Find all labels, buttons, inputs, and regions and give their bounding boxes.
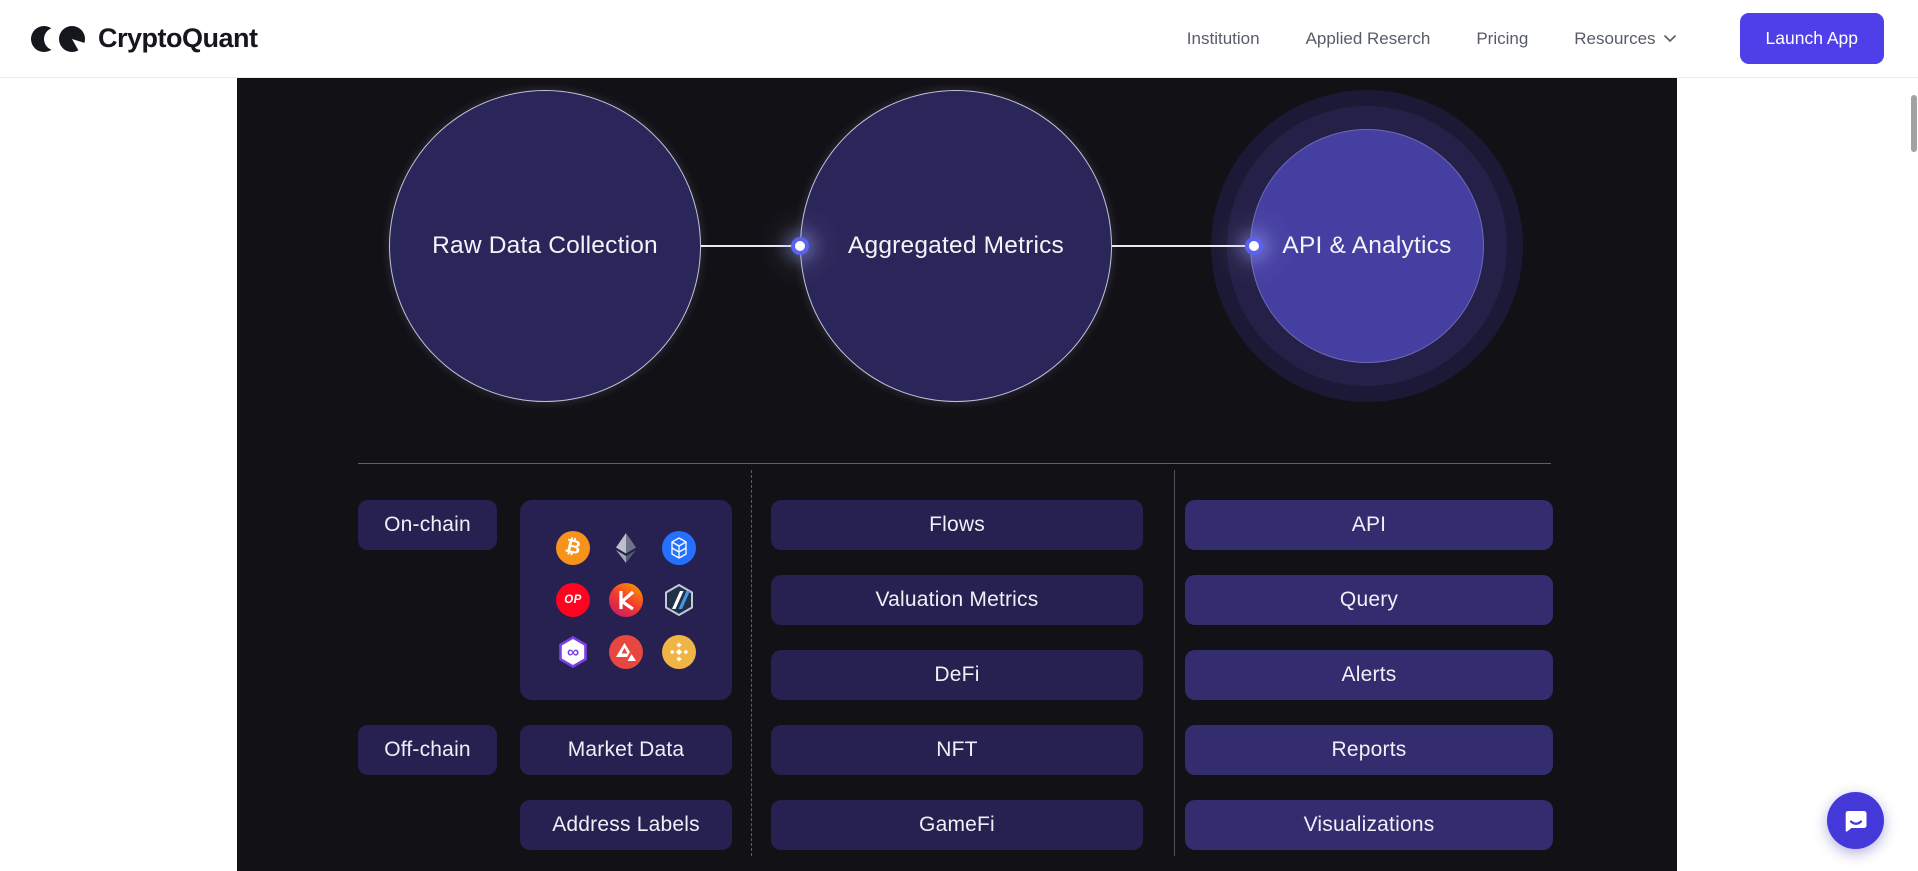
dashed-column-divider [751, 470, 752, 856]
chip-query: Query [1185, 575, 1553, 625]
chip-visualizations: Visualizations [1185, 800, 1553, 850]
supported-chains-panel: ₿ OP ∞ [520, 500, 732, 700]
chain-icon-grid: ₿ OP ∞ [556, 531, 696, 669]
optimism-symbol: OP [564, 594, 582, 606]
chip-alerts: Alerts [1185, 650, 1553, 700]
connector-dot [791, 237, 809, 255]
stage-aggregated-metrics: Aggregated Metrics [800, 90, 1112, 402]
data-pipeline-section: Raw Data Collection Aggregated Metrics A… [237, 78, 1677, 871]
nav-resources-label: Resources [1574, 28, 1656, 48]
nav-links: Institution Applied Reserch Pricing Reso… [1187, 13, 1884, 64]
chat-launcher-button[interactable] [1827, 792, 1884, 849]
chip-valuation-metrics: Valuation Metrics [771, 575, 1143, 625]
fantom-icon [662, 531, 696, 565]
chip-nft: NFT [771, 725, 1143, 775]
stage-raw-data-collection: Raw Data Collection [389, 90, 701, 402]
cryptoquant-logo[interactable]: CryptoQuant [31, 23, 258, 55]
horizontal-divider [358, 463, 1551, 464]
connector-line [1112, 245, 1252, 247]
chip-on-chain: On-chain [358, 500, 497, 550]
chip-gamefi: GameFi [771, 800, 1143, 850]
scrollbar-thumb[interactable] [1911, 95, 1917, 152]
launch-app-button[interactable]: Launch App [1739, 13, 1884, 64]
bitcoin-icon: ₿ [556, 531, 590, 565]
scrollbar-track[interactable] [1910, 0, 1918, 871]
klaytn-icon [609, 583, 643, 617]
connector-dot [1245, 237, 1263, 255]
stage-label: API & Analytics [1282, 232, 1452, 259]
stage-ring: API & Analytics [1227, 106, 1507, 386]
chip-defi: DeFi [771, 650, 1143, 700]
stage-label: Aggregated Metrics [847, 232, 1065, 259]
optimism-icon: OP [556, 583, 590, 617]
chip-off-chain: Off-chain [358, 725, 497, 775]
connector-line [701, 245, 800, 247]
chip-flows: Flows [771, 500, 1143, 550]
chip-market-data: Market Data [520, 725, 732, 775]
polygon-icon: ∞ [556, 635, 590, 669]
nav-institution[interactable]: Institution [1187, 29, 1260, 49]
svg-text:∞: ∞ [567, 643, 579, 662]
bitcoin-symbol: ₿ [563, 535, 584, 560]
nav-pricing[interactable]: Pricing [1476, 29, 1528, 49]
stage-label: Raw Data Collection [432, 232, 658, 259]
nav-applied-research[interactable]: Applied Reserch [1306, 29, 1431, 49]
ethereum-icon [609, 531, 643, 565]
chip-address-labels: Address Labels [520, 800, 732, 850]
stage-inner-circle: API & Analytics [1250, 129, 1484, 363]
logo-text: CryptoQuant [98, 23, 258, 53]
top-navigation-bar: CryptoQuant Institution Applied Reserch … [0, 0, 1918, 78]
chip-reports: Reports [1185, 725, 1553, 775]
chat-bubble-icon [1845, 810, 1866, 832]
nav-resources[interactable]: Resources [1574, 28, 1676, 49]
bnb-chain-icon [662, 635, 696, 669]
avalanche-icon [609, 635, 643, 669]
chip-api: API [1185, 500, 1553, 550]
chevron-down-icon [1663, 35, 1676, 42]
cryptoquant-logo-icon [31, 25, 88, 55]
solid-column-divider [1174, 470, 1175, 856]
arbitrum-icon [662, 583, 696, 617]
